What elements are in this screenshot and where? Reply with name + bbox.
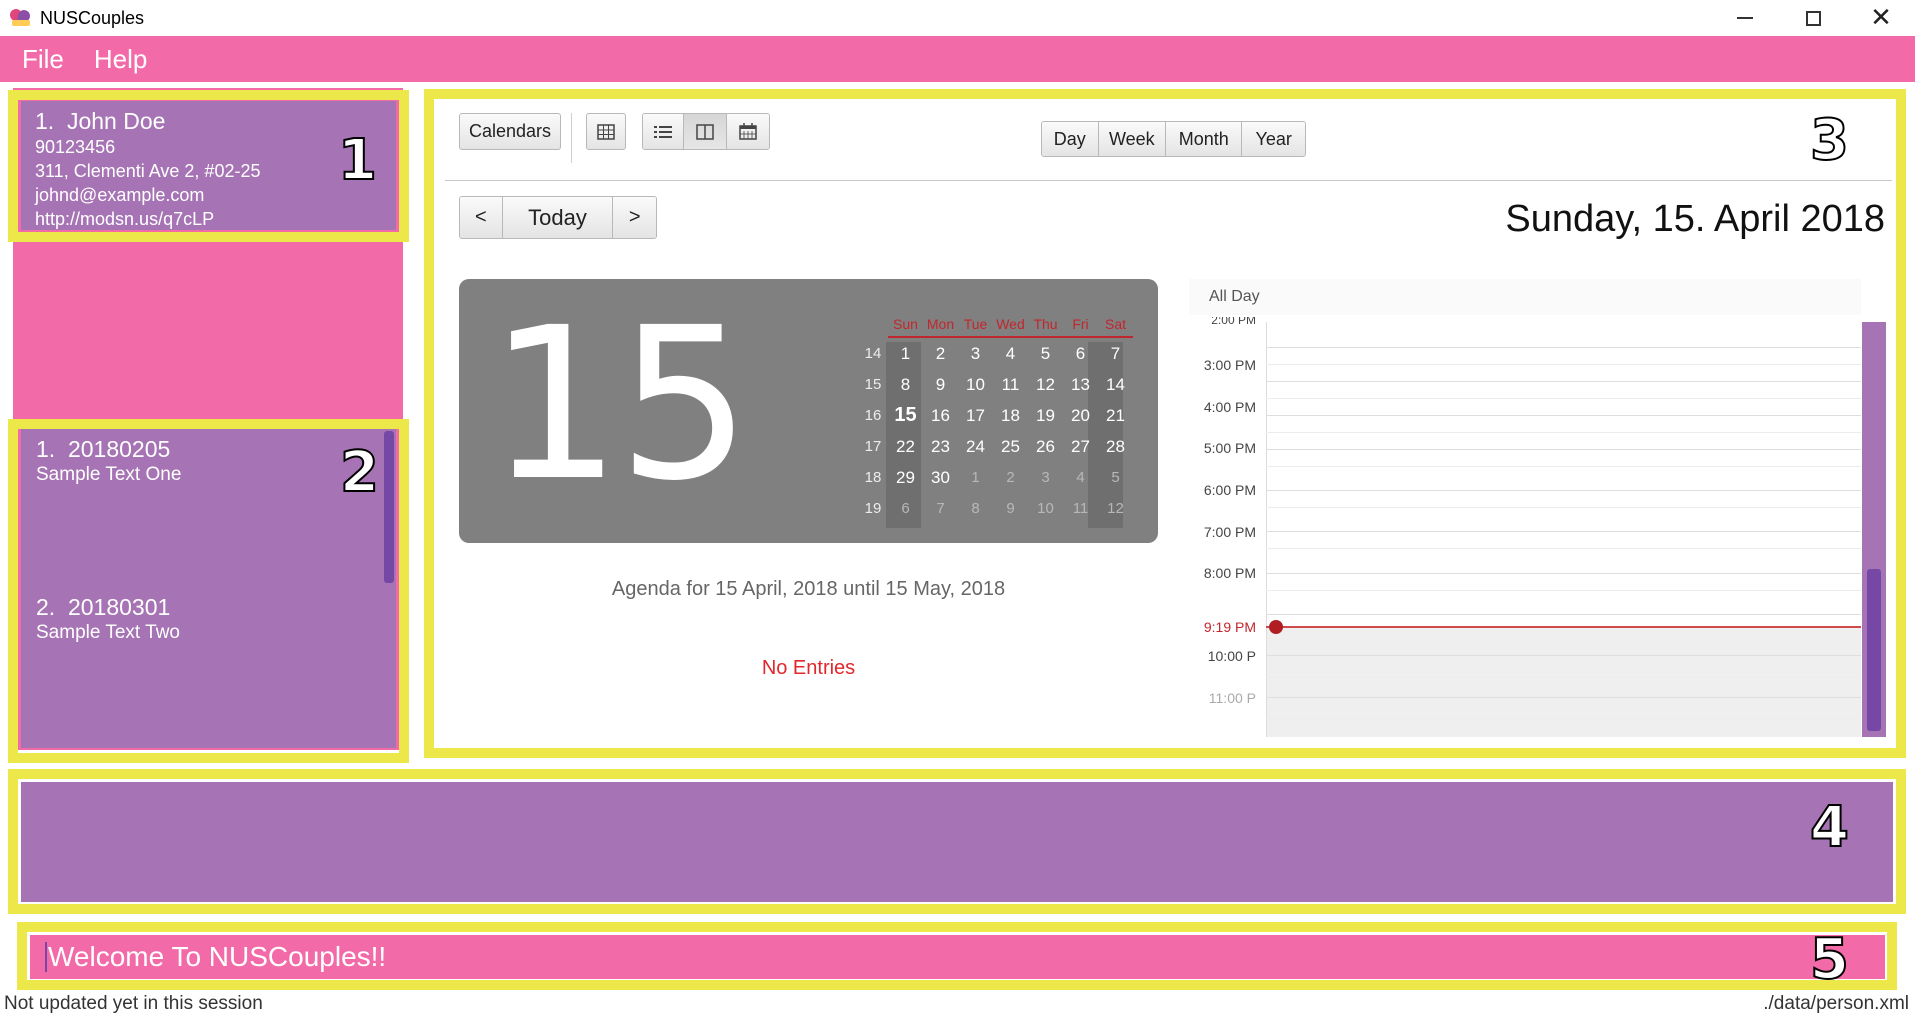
minimize-icon	[1737, 17, 1753, 19]
maximize-button[interactable]	[1779, 0, 1847, 36]
maximize-icon	[1805, 10, 1821, 26]
highlight-box-calendar	[424, 89, 1906, 758]
annotation-label: 1	[337, 127, 378, 194]
close-icon: ✕	[1870, 3, 1892, 33]
annotation-label: 3	[1809, 107, 1850, 174]
annotation-label: 5	[1809, 926, 1850, 993]
menu-file[interactable]: File	[22, 44, 64, 75]
close-button[interactable]: ✕	[1847, 0, 1915, 36]
app-icon	[8, 7, 34, 29]
menu-help[interactable]: Help	[94, 44, 147, 75]
title-bar: NUSCouples ✕	[0, 0, 1915, 36]
highlight-box-command	[17, 922, 1897, 990]
highlight-box-result	[8, 769, 1906, 914]
minimize-button[interactable]	[1711, 0, 1779, 36]
annotation-label: 2	[339, 439, 380, 506]
window-controls: ✕	[1711, 0, 1915, 36]
menu-bar: File Help	[0, 36, 1915, 82]
window-title: NUSCouples	[40, 7, 145, 28]
annotation-label: 4	[1809, 794, 1850, 861]
sync-status: Not updated yet in this session	[4, 993, 263, 1014]
app-window: NUSCouples ✕ File Help 1. John Doe 90123…	[0, 0, 1915, 1019]
save-location: ./data/person.xml	[1763, 993, 1909, 1014]
